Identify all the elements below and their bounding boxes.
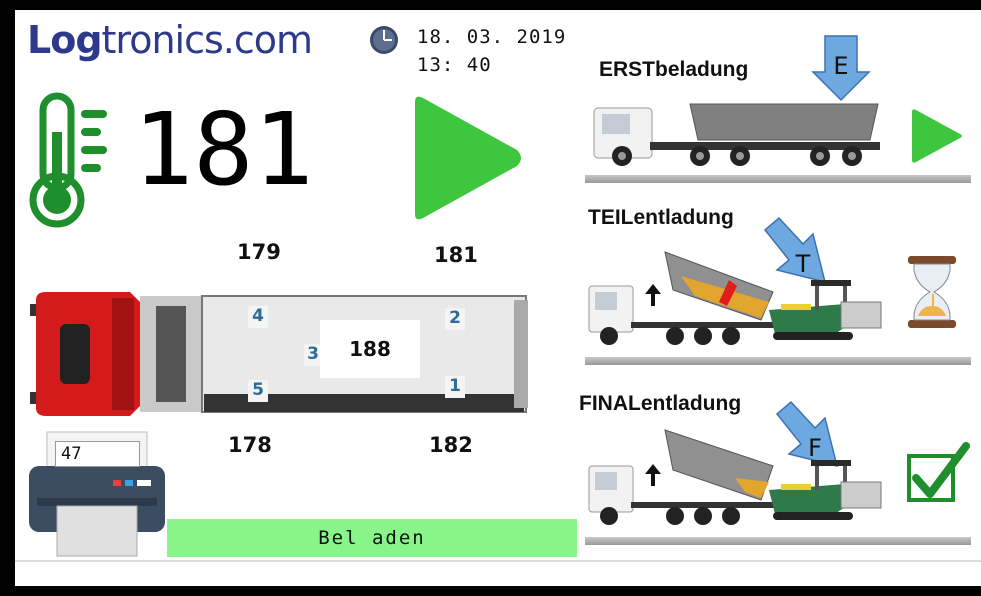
main-temperature: 181	[133, 91, 314, 208]
partial-unloading-image	[588, 251, 882, 345]
final-unloading-image	[588, 429, 882, 525]
stage-divider-1	[585, 175, 971, 183]
sensor-value-181: 181	[434, 243, 478, 267]
sensor-value-178: 178	[228, 433, 272, 457]
brand-logo: Logtronics.com	[27, 18, 313, 62]
stage-title-erst: ERSTbeladung	[599, 58, 749, 81]
slot-5: 5	[248, 380, 268, 402]
sensor-value-179: 179	[237, 240, 281, 264]
slot-1: 1	[445, 376, 465, 398]
stage-divider-2	[585, 357, 971, 365]
datetime: 18. 03. 2019 13: 40	[417, 23, 566, 79]
clock-icon	[370, 26, 398, 54]
checkbox-checked-icon	[907, 442, 970, 502]
start-play-button[interactable]	[407, 92, 527, 224]
date-text: 18. 03. 2019	[417, 26, 567, 48]
status-bar: Bel aden	[167, 519, 577, 557]
down-arrow-icon: E	[811, 35, 871, 102]
slot-4: 4	[248, 306, 268, 328]
time-text: 13: 40	[417, 54, 492, 76]
stage-title-teil: TEILentladung	[588, 206, 734, 229]
app-screen: Logtronics.com 18. 03. 2019 13: 40 181 1…	[15, 10, 981, 586]
hopper-value: 188	[320, 320, 420, 378]
sensor-value-182: 182	[429, 433, 473, 457]
stage-title-final: FINALentladung	[579, 392, 742, 415]
hourglass-icon	[908, 256, 956, 328]
print-counter: 47	[55, 441, 140, 467]
slot-2: 2	[445, 308, 465, 330]
stage-divider-3	[585, 537, 971, 545]
arrow-marker-e: E	[833, 52, 848, 80]
truck-top-view-image	[30, 292, 528, 416]
bottom-divider	[15, 560, 981, 562]
truck-loading-image	[593, 103, 880, 166]
thermometer-icon	[29, 92, 107, 228]
stage-play-button[interactable]	[908, 106, 964, 166]
